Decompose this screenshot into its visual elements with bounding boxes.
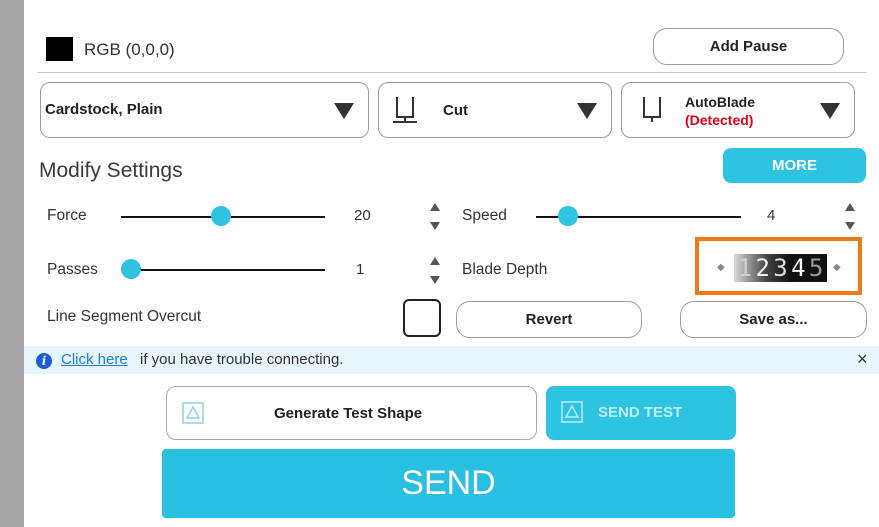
tool-dropdown[interactable]: AutoBlade (Detected) — [621, 82, 855, 138]
blade-depth-digit: 5 — [808, 254, 824, 282]
passes-decrement-icon[interactable] — [430, 276, 440, 284]
test-shape-icon — [561, 401, 583, 423]
send-button[interactable]: SEND — [162, 449, 735, 518]
chevron-down-icon — [577, 103, 597, 119]
close-icon[interactable]: × — [857, 349, 868, 370]
overcut-label: Line Segment Overcut — [47, 308, 202, 325]
color-label: RGB (0,0,0) — [84, 40, 175, 59]
info-bar: i Click here if you have trouble connect… — [24, 346, 879, 374]
test-shape-icon — [182, 402, 204, 424]
help-link[interactable]: Click here — [61, 351, 128, 368]
blade-depth-digit: 2 — [755, 254, 770, 282]
info-message: if you have trouble connecting. — [140, 351, 344, 368]
speed-label: Speed — [462, 207, 507, 224]
force-decrement-icon[interactable] — [430, 222, 440, 230]
action-value: Cut — [443, 102, 468, 119]
color-swatch[interactable] — [46, 37, 73, 61]
save-as-button[interactable]: Save as... — [680, 301, 867, 338]
divider — [37, 72, 867, 73]
chevron-down-icon — [334, 103, 354, 119]
chevron-down-icon — [820, 103, 840, 119]
speed-increment-icon[interactable] — [845, 203, 855, 211]
blade-depth-digit: 1 — [737, 254, 753, 282]
passes-slider-track[interactable] — [125, 269, 325, 271]
overcut-checkbox[interactable] — [403, 299, 441, 337]
tool-status: (Detected) — [685, 112, 754, 128]
force-label: Force — [47, 207, 87, 224]
passes-value: 1 — [356, 261, 365, 278]
blade-depth-digit: 3 — [773, 254, 788, 282]
tool-value: AutoBlade — [685, 94, 755, 110]
material-value: Cardstock, Plain — [45, 101, 163, 118]
send-test-label: SEND TEST — [598, 404, 683, 421]
blade-depth-left-arrow[interactable]: ◆ — [717, 262, 725, 273]
blade-holder-icon — [393, 97, 417, 123]
more-button[interactable]: MORE — [723, 148, 866, 183]
speed-decrement-icon[interactable] — [845, 222, 855, 230]
generate-label: Generate Test Shape — [274, 405, 423, 422]
passes-increment-icon[interactable] — [430, 257, 440, 265]
section-title: Modify Settings — [39, 159, 183, 182]
passes-slider-knob[interactable] — [121, 259, 141, 279]
force-value: 20 — [354, 207, 371, 224]
blade-depth-label: Blade Depth — [462, 261, 548, 278]
left-panel-edge — [0, 0, 24, 527]
action-dropdown[interactable]: Cut — [378, 82, 612, 138]
force-slider-knob[interactable] — [211, 206, 231, 226]
speed-slider-knob[interactable] — [558, 206, 578, 226]
send-test-button[interactable]: SEND TEST — [546, 386, 736, 440]
blade-depth-right-arrow[interactable]: ◆ — [833, 262, 841, 273]
force-increment-icon[interactable] — [430, 203, 440, 211]
autoblade-icon — [643, 97, 661, 122]
blade-depth-digit: 4 — [791, 254, 806, 282]
add-pause-button[interactable]: Add Pause — [653, 28, 844, 65]
material-dropdown[interactable]: Cardstock, Plain — [40, 82, 369, 138]
info-icon: i — [36, 353, 52, 369]
generate-test-shape-button[interactable]: Generate Test Shape — [166, 386, 537, 440]
passes-label: Passes — [47, 261, 98, 278]
revert-button[interactable]: Revert — [456, 301, 642, 338]
speed-value: 4 — [767, 207, 776, 224]
blade-depth-dial[interactable]: 1 2 3 4 5 — [734, 254, 827, 282]
